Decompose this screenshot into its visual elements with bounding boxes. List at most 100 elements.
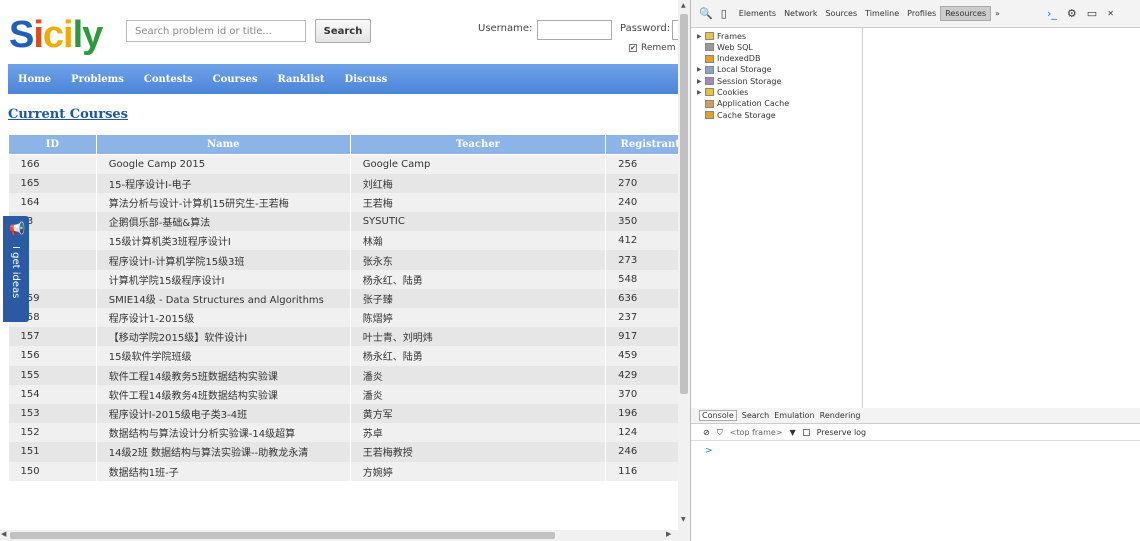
tab-timeline[interactable]: Timeline [861,7,903,20]
table-row[interactable]: 156 15级软件学院班级 杨永红、陆勇 459 [8,346,690,366]
vertical-scroll-thumb[interactable] [680,14,688,394]
expand-arrow-icon[interactable]: ▶ [697,33,705,40]
table-row[interactable]: 63企鹅俱乐部-基础&算法SYSUTIC350 [8,212,690,232]
table-row[interactable]: 166 Google Camp 2015 Google Camp 256 [8,154,690,174]
storage-icon [705,99,714,108]
resource-tree-item[interactable]: ▶ Cookies [697,87,862,97]
course-name-link[interactable]: 【移动学院2015级】软件设计I [96,327,351,347]
course-name-link[interactable]: 计算机学院15级程序设计I [96,269,351,289]
preserve-log-checkbox[interactable] [802,429,810,436]
logo-letter: S [9,14,34,56]
course-name-link[interactable]: 程序设计I-计算机学院15级3班 [96,250,351,270]
close-icon[interactable]: ✕ [1107,9,1114,18]
console-drawer-icon[interactable]: ›_ [1047,7,1057,20]
storage-icon [705,32,714,40]
nav-ranklist[interactable]: Ranklist [267,74,334,85]
nav-courses[interactable]: Courses [203,74,268,85]
search-button[interactable]: Search [315,19,371,43]
scroll-right-arrow-icon[interactable]: ▶ [666,530,671,538]
table-row[interactable]: 1程序设计I-计算机学院15级3班张永东273 [8,250,690,270]
clear-console-icon[interactable]: ⊘ [703,428,710,437]
scroll-up-arrow-icon[interactable]: ▲ [681,2,686,9]
frame-select-arrow-icon[interactable]: ▼ [789,428,795,437]
username-input[interactable] [537,20,612,40]
horizontal-scroll-thumb[interactable] [10,532,555,539]
nav-discuss[interactable]: Discuss [335,74,398,85]
table-row[interactable]: 165 15-程序设计I-电子 刘红梅 270 [8,173,690,193]
course-name-link[interactable]: 软件工程14级教务4班数据结构实验课 [96,384,351,404]
course-name-link[interactable]: 企鹅俱乐部-基础&算法 [96,212,351,232]
course-name-link[interactable]: 14级2班 数据结构与算法实验课--助教龙永清 [96,442,351,462]
course-name-link[interactable]: 软件工程14级教务5班数据结构实验课 [96,365,351,385]
console-prompt[interactable]: > [705,446,713,456]
table-row[interactable]: 152 数据结构与算法设计分析实验课-14级超算 苏卓 124 [8,423,690,443]
course-name-link[interactable]: 15级软件学院班级 [96,346,351,366]
scroll-down-arrow-icon[interactable]: ▼ [681,516,686,523]
nav-problems[interactable]: Problems [61,74,134,85]
feedback-tab[interactable]: 📢 I get ideas [3,216,29,322]
course-name-link[interactable]: Google Camp 2015 [96,154,351,174]
tab-elements[interactable]: Elements [735,7,780,20]
table-row[interactable]: 153 程序设计I-2015级电子类3-4班 黄方军 196 [8,403,690,424]
tab-search[interactable]: Search [742,411,769,420]
sicily-logo[interactable]: Sicily [9,14,103,57]
course-name-link[interactable]: 算法分析与设计-计算机15研究生-王若梅 [96,192,351,213]
scroll-left-arrow-icon[interactable]: ◀ [1,530,6,538]
course-name-link[interactable]: SMIE14级 - Data Structures and Algorithms [96,288,351,308]
teacher-cell: 黄方军 [350,403,607,424]
more-tabs-icon[interactable]: » [991,7,1004,20]
vertical-scrollbar[interactable]: ▲ ▼ [678,0,690,530]
resource-tree-item[interactable]: ▶ Local Storage [697,65,862,75]
web-page: Sicily Search Username: Password: ✔ Reme… [0,0,690,541]
course-id-cell: 164 [8,192,97,213]
course-name-link[interactable]: 程序设计I-2015级电子类3-4班 [96,403,351,424]
course-name-link[interactable]: 程序设计1-2015级 [96,308,351,328]
table-row[interactable]: 159 SMIE14级 - Data Structures and Algorit… [8,288,690,308]
nav-contests[interactable]: Contests [134,74,203,85]
resource-tree-item[interactable]: IndexedDB [697,54,862,64]
frame-select[interactable]: <top frame> [730,428,783,437]
column-header-teacher[interactable]: Teacher [349,134,607,155]
course-name-link[interactable]: 数据结构1班-子 [96,461,351,481]
expand-arrow-icon[interactable]: ▶ [697,78,705,85]
gear-icon[interactable]: ⚙ [1067,7,1077,20]
table-row[interactable]: 150 数据结构1班-子 方婉婷 116 [8,461,690,481]
resource-tree-item[interactable]: Web SQL [697,42,862,52]
tab-rendering[interactable]: Rendering [820,411,861,420]
table-row[interactable]: 155 软件工程14级教务5班数据结构实验课 潘炎 429 [8,365,690,385]
expand-arrow-icon[interactable]: ▶ [697,89,705,96]
tab-sources[interactable]: Sources [821,7,861,20]
course-name-link[interactable]: 15级计算机类3班程序设计I [96,231,351,251]
dock-icon[interactable]: ▭ [1087,7,1097,20]
tab-resources[interactable]: Resources [940,6,992,21]
teacher-cell: 林瀚 [350,231,607,251]
table-row[interactable]: 0计算机学院15级程序设计I杨永红、陆勇548 [8,269,690,289]
table-row[interactable]: 151 14级2班 数据结构与算法实验课--助教龙永清 王若梅教授 246 [8,442,690,462]
tab-network[interactable]: Network [780,7,821,20]
table-row[interactable]: 154 软件工程14级教务4班数据结构实验课 潘炎 370 [8,384,690,404]
table-row[interactable]: 158 程序设计1-2015级 陈熠婷 237 [8,308,690,328]
column-header-name[interactable]: Name [95,134,351,155]
resource-tree-item[interactable]: ▶ Frames [697,31,862,41]
search-icon[interactable]: 🔍 [699,7,713,20]
resource-tree-item[interactable]: Cache Storage [697,110,862,120]
problem-search-input[interactable] [126,20,306,42]
resource-tree-item[interactable]: Application Cache [697,99,862,109]
tab-profiles[interactable]: Profiles [903,7,940,20]
course-name-link[interactable]: 15-程序设计I-电子 [96,173,351,193]
table-row[interactable]: 164 算法分析与设计-计算机15研究生-王若梅 王若梅 240 [8,192,690,213]
course-name-link[interactable]: 数据结构与算法设计分析实验课-14级超算 [96,423,351,443]
expand-arrow-icon[interactable]: ▶ [697,66,705,73]
resource-tree-item[interactable]: ▶ Session Storage [697,76,862,86]
tab-console[interactable]: Console [699,410,737,421]
table-row[interactable]: 215级计算机类3班程序设计I林瀚412 [8,231,690,251]
remember-me-checkbox[interactable]: ✔ Remem [629,43,675,53]
filter-icon[interactable]: ⛉ [717,428,723,438]
tab-emulation[interactable]: Emulation [774,411,814,420]
table-row[interactable]: 157 【移动学院2015级】软件设计I 叶士青、刘明炜 917 [8,327,690,347]
device-mode-icon[interactable]: ▯ [721,7,727,20]
nav-home[interactable]: Home [8,74,61,85]
checkbox-checked-icon: ✔ [629,44,637,52]
column-header-id[interactable]: ID [8,134,97,155]
horizontal-scrollbar[interactable]: ◀ ▶ [0,530,690,541]
